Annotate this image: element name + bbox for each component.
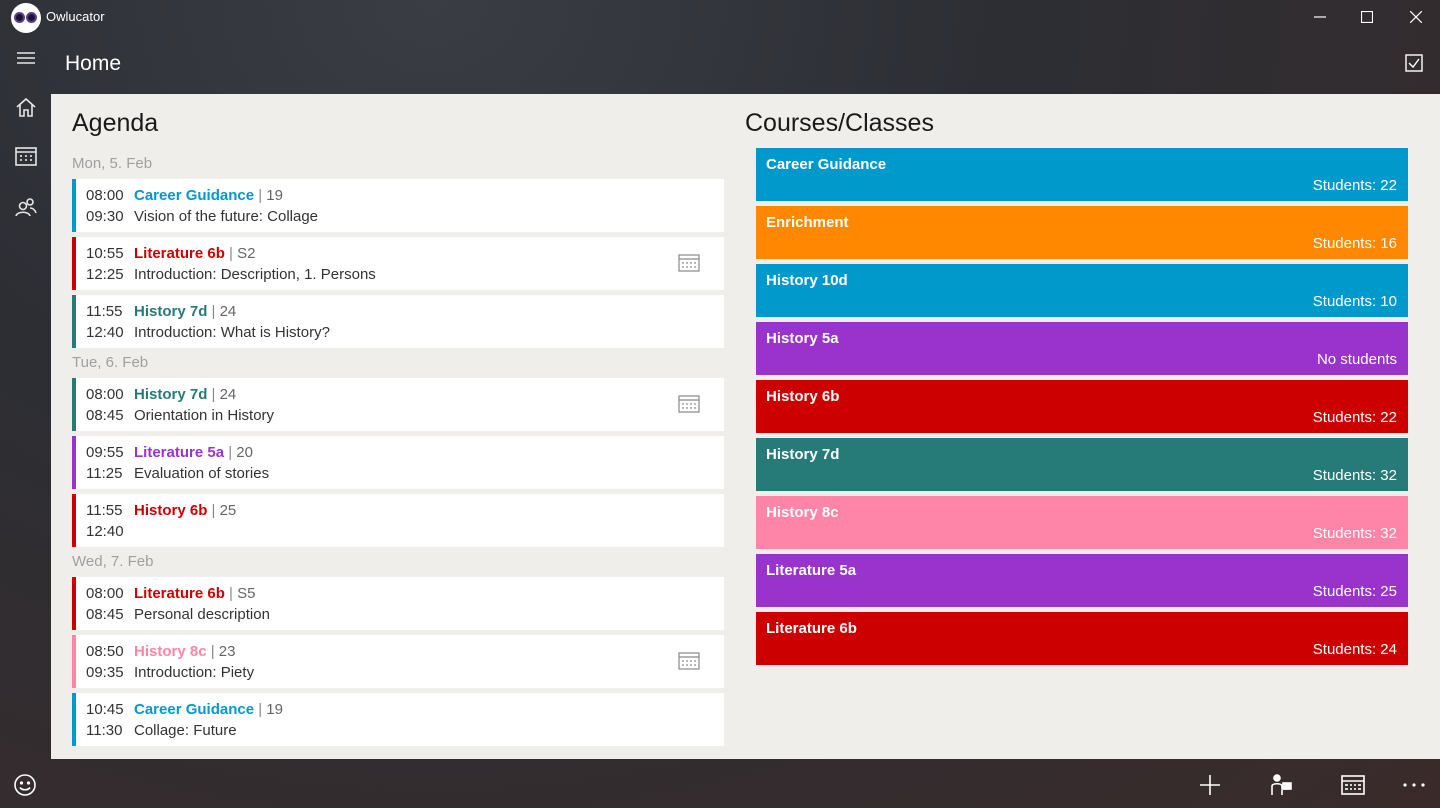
- smiley-icon: [14, 774, 36, 796]
- nav-people-button[interactable]: [11, 192, 41, 222]
- course-tile[interactable]: Enrichment Students: 16: [756, 206, 1408, 259]
- course-tile[interactable]: History 10d Students: 10: [756, 264, 1408, 317]
- home-icon: [16, 97, 36, 117]
- agenda-entry[interactable]: 10:45 Career Guidance | 19 11:30 Collage: …: [72, 693, 724, 746]
- timetable-button[interactable]: [1337, 769, 1369, 801]
- maximize-icon: [1361, 11, 1373, 23]
- student-icon: [1271, 774, 1292, 795]
- nav-home-button[interactable]: [11, 92, 41, 122]
- maximize-button[interactable]: [1344, 0, 1390, 34]
- hamburger-menu-button[interactable]: [11, 43, 41, 73]
- day-header: Tue, 6. Feb: [72, 354, 149, 371]
- agenda-entry[interactable]: 08:00 Literature 6b | S5 08:45 Personal de…: [72, 577, 724, 630]
- owl-logo-icon: [11, 3, 41, 33]
- agenda-entry[interactable]: 11:55 History 7d | 24 12:40 Introduction: …: [72, 295, 724, 348]
- app-title: Owlucator: [46, 9, 105, 24]
- course-tile[interactable]: History 5a No students: [756, 322, 1408, 375]
- checkbox-icon: [1405, 54, 1423, 72]
- minimize-button[interactable]: [1297, 0, 1343, 34]
- close-button[interactable]: [1393, 0, 1439, 34]
- course-tile[interactable]: History 8c Students: 32: [756, 496, 1408, 549]
- agenda-entry[interactable]: 08:50 History 8c | 23 09:35 Introduction: …: [72, 635, 724, 688]
- timetable-icon[interactable]: [678, 394, 700, 414]
- agenda-entry[interactable]: 08:00 History 7d | 24 08:45 Orientation in…: [72, 378, 724, 431]
- more-button[interactable]: [1398, 769, 1430, 801]
- agenda-entry[interactable]: 08:00 Career Guidance | 19 09:30 Vision of…: [72, 179, 724, 232]
- close-icon: [1410, 11, 1422, 23]
- page-title: Home: [65, 52, 122, 75]
- hamburger-icon: [17, 52, 35, 64]
- timetable-icon[interactable]: [678, 651, 700, 671]
- course-tile[interactable]: History 6b Students: 22: [756, 380, 1408, 433]
- calendar-grid-icon: [1341, 775, 1365, 795]
- agenda-entry[interactable]: 11:55 History 6b | 25 12:40: [72, 494, 724, 547]
- course-tile[interactable]: History 7d Students: 32: [756, 438, 1408, 491]
- plus-icon: [1200, 775, 1220, 795]
- title-bar: Owlucator: [0, 0, 1440, 34]
- timetable-icon[interactable]: [678, 253, 700, 273]
- day-header: Mon, 5. Feb: [72, 155, 153, 172]
- feedback-button[interactable]: [9, 769, 41, 801]
- course-tile[interactable]: Literature 6b Students: 24: [756, 612, 1408, 665]
- nav-calendar-button[interactable]: [11, 141, 41, 171]
- select-mode-button[interactable]: [1403, 52, 1425, 74]
- minimize-icon: [1314, 16, 1326, 18]
- agenda-entry[interactable]: 09:55 Literature 5a | 20 11:25 Evaluation …: [72, 436, 724, 489]
- agenda-entry[interactable]: 10:55 Literature 6b | S2 12:25 Introductio…: [72, 237, 724, 290]
- courses-title: Courses/Classes: [745, 109, 934, 137]
- agenda-title: Agenda: [72, 109, 159, 137]
- day-header: Wed, 7. Feb: [72, 553, 154, 570]
- more-icon: [1403, 783, 1425, 787]
- main-content: Agenda Courses/Classes Mon, 5. Feb 08:00…: [51, 94, 1440, 759]
- student-button[interactable]: [1265, 769, 1297, 801]
- course-tile[interactable]: Career Guidance Students: 22: [756, 148, 1408, 201]
- calendar-icon: [15, 147, 37, 166]
- people-icon: [15, 198, 37, 217]
- add-button[interactable]: [1194, 769, 1226, 801]
- course-tile[interactable]: Literature 5a Students: 25: [756, 554, 1408, 607]
